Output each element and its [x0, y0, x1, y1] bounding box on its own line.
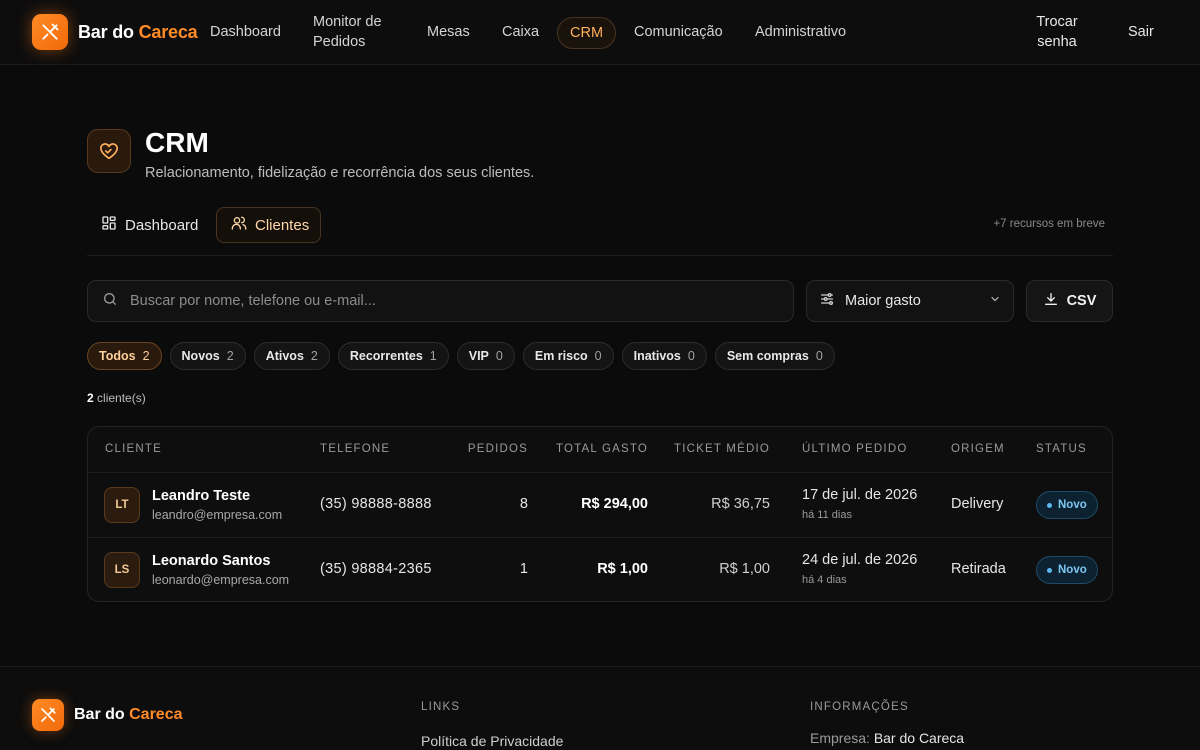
col-header-client[interactable]: CLIENTE	[105, 443, 162, 455]
filter-chip-vip[interactable]: VIP 0	[456, 342, 515, 370]
client-total-spent: R$ 294,00	[581, 496, 648, 512]
brand-name: Bar do Careca	[78, 21, 198, 42]
export-csv-button[interactable]: CSV	[1026, 280, 1113, 322]
utensils-icon	[32, 699, 64, 731]
table-row[interactable]: LS Leonardo Santos leonardo@empresa.com …	[88, 537, 1112, 601]
status-dot-icon	[1047, 502, 1052, 508]
client-name[interactable]: Leonardo Santos	[152, 553, 270, 569]
footer-brand[interactable]: Bar do Careca	[32, 699, 183, 731]
search-box	[87, 280, 794, 322]
search-icon	[102, 291, 118, 312]
table-row[interactable]: LT Leandro Teste leandro@empresa.com (35…	[88, 472, 1112, 537]
client-name[interactable]: Leandro Teste	[152, 488, 250, 504]
client-phone: (35) 98884-2365	[320, 561, 432, 577]
sliders-icon	[819, 291, 835, 311]
users-icon	[231, 215, 247, 235]
col-header-avg-ticket[interactable]: TICKET MÉDIO	[674, 443, 770, 455]
filter-chip-inactive[interactable]: Inativos 0	[621, 342, 707, 370]
col-header-total-spent[interactable]: TOTAL GASTO	[556, 443, 648, 455]
col-header-status[interactable]: STATUS	[1036, 443, 1087, 455]
filter-chip-new[interactable]: Novos 2	[169, 342, 246, 370]
avatar: LS	[104, 552, 140, 588]
client-avg-ticket: R$ 1,00	[719, 561, 770, 577]
filter-chip-at-risk[interactable]: Em risco 0	[522, 342, 614, 370]
client-origin: Retirada	[951, 561, 1006, 577]
nav-communication[interactable]: Comunicação	[634, 22, 723, 42]
nav-dashboard[interactable]: Dashboard	[210, 22, 281, 42]
page-subtitle: Relacionamento, fidelização e recorrênci…	[145, 165, 535, 181]
client-email: leandro@empresa.com	[152, 508, 283, 522]
subtab-dashboard[interactable]: Dashboard	[87, 207, 212, 243]
nav-cashier[interactable]: Caixa	[502, 22, 539, 42]
nav-crm[interactable]: CRM	[557, 17, 617, 49]
filter-chip-all[interactable]: Todos 2	[87, 342, 162, 370]
subtab-dashboard-label: Dashboard	[125, 216, 199, 234]
search-input[interactable]	[130, 293, 770, 309]
client-email: leonardo@empresa.com	[152, 573, 290, 587]
col-header-orders[interactable]: PEDIDOS	[468, 443, 528, 455]
client-phone: (35) 98888-8888	[320, 496, 432, 512]
client-total-spent: R$ 1,00	[597, 561, 648, 577]
export-csv-label: CSV	[1066, 293, 1097, 309]
footer-brand-name: Bar do Careca	[74, 706, 183, 723]
heart-handshake-icon	[87, 129, 131, 173]
sort-selected-value: Maior gasto	[845, 293, 921, 309]
client-last-order-date: 24 de jul. de 2026	[802, 552, 918, 568]
footer: Bar do Careca LINKS Política de Privacid…	[0, 666, 1200, 750]
filter-chip-recurring[interactable]: Recorrentes 1	[337, 342, 449, 370]
utensils-icon	[32, 14, 68, 50]
privacy-policy-link[interactable]: Política de Privacidade	[421, 733, 563, 749]
client-last-order-date: 17 de jul. de 2026	[802, 487, 918, 503]
result-count: 2 cliente(s)	[87, 391, 146, 405]
logout-button[interactable]: Sair	[1128, 22, 1154, 42]
client-last-order-ago: há 4 dias	[802, 574, 847, 586]
divider	[87, 255, 1113, 256]
client-origin: Delivery	[951, 496, 1004, 512]
grid-icon	[101, 215, 117, 235]
col-header-last-order[interactable]: ÚLTIMO PEDIDO	[802, 443, 907, 455]
clients-table: CLIENTE TELEFONE PEDIDOS TOTAL GASTO TIC…	[87, 426, 1113, 602]
chevron-down-icon	[989, 293, 1001, 309]
client-orders: 8	[519, 496, 528, 512]
client-avg-ticket: R$ 36,75	[711, 496, 770, 512]
footer-company-info: Empresa: Bar do Careca	[810, 730, 965, 746]
filter-chips: Todos 2 Novos 2 Ativos 2 Recorrentes 1 VIP 0 …	[87, 342, 835, 370]
footer-links-heading: LINKS	[421, 701, 461, 713]
page-title: CRM	[145, 127, 209, 158]
filter-chip-active[interactable]: Ativos 2	[253, 342, 330, 370]
status-badge: Novo	[1036, 491, 1098, 519]
coming-soon-note: +7 recursos em breve	[993, 218, 1105, 230]
subtab-clients-label: Clientes	[255, 216, 310, 234]
client-orders: 1	[519, 561, 528, 577]
brand[interactable]: Bar do Careca	[32, 14, 198, 50]
top-navbar: Bar do Careca Dashboard Monitor de Pedido…	[0, 0, 1200, 65]
change-password-button[interactable]: Trocar senha	[1030, 12, 1084, 52]
status-badge: Novo	[1036, 556, 1098, 584]
avatar: LT	[104, 487, 140, 523]
nav-administrative[interactable]: Administrativo	[755, 22, 846, 42]
nav-tables[interactable]: Mesas	[427, 22, 470, 42]
col-header-origin[interactable]: ORIGEM	[951, 443, 1005, 455]
subtab-clients[interactable]: Clientes	[216, 207, 321, 243]
col-header-phone[interactable]: TELEFONE	[320, 443, 390, 455]
download-icon	[1043, 291, 1059, 311]
filter-chip-no-purchases[interactable]: Sem compras 0	[714, 342, 835, 370]
client-last-order-ago: há 11 dias	[802, 509, 852, 521]
sort-select[interactable]: Maior gasto	[806, 280, 1014, 322]
footer-info-heading: INFORMAÇÕES	[810, 701, 909, 713]
nav-order-monitor[interactable]: Monitor de Pedidos	[313, 12, 382, 52]
status-dot-icon	[1047, 567, 1052, 573]
